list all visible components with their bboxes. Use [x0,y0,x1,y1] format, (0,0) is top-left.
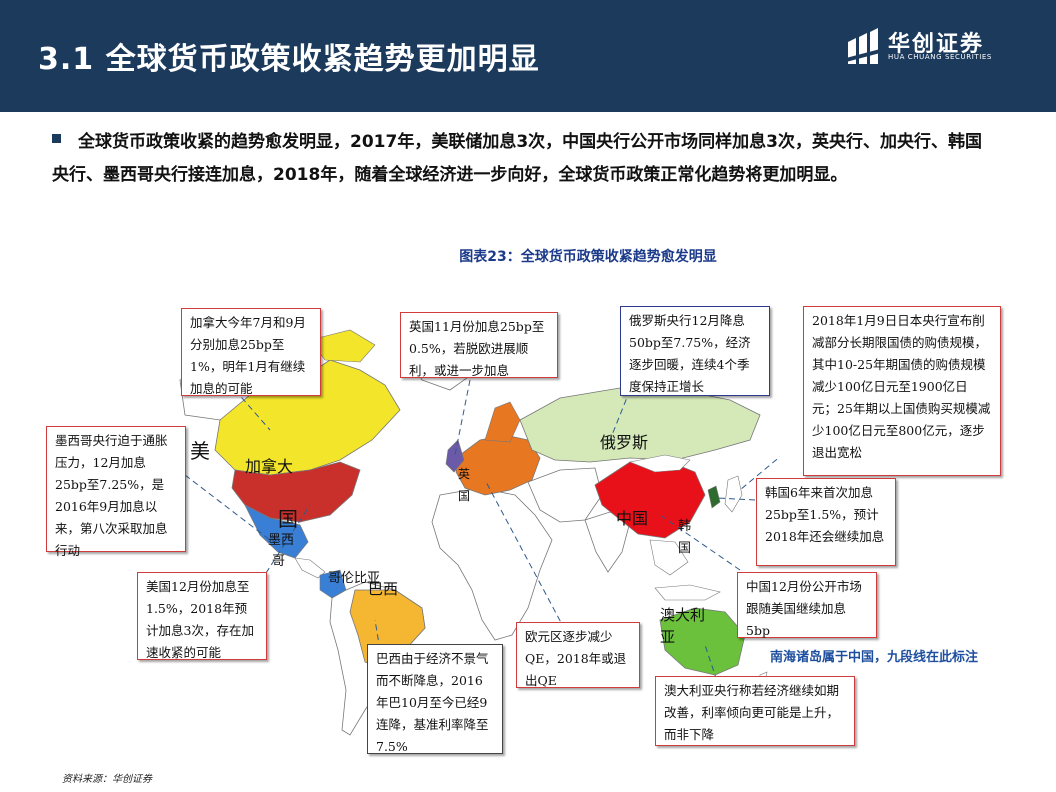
logo-mark-icon [846,28,884,64]
map-europe [455,434,541,496]
callout-russia: 俄罗斯央行12月降息50bp至7.75%，经济逐步回暖，连续4个季度保持正增长 [620,306,770,396]
callout-japan: 2018年1月9日日本央行宣布削减部分长期限国债的购债规模，其中10-25年期国… [803,306,1001,476]
callout-australia: 澳大利亚央行称若经济继续如期改善，利率倾向更可能是上升，而非下降 [655,676,855,746]
callout-euro: 欧元区逐步减少QE，2018年或退出QE [516,622,640,688]
map-japan [724,475,743,513]
map-label-usa-1: 美 [190,439,210,463]
callout-canada: 加拿大今年7月和9月分别加息25bp至1%，明年1月有继续加息的可能 [181,308,321,396]
callout-usa: 美国12月份加息至1.5%，2018年预计加息3次，存在加速收紧的可能 [137,572,267,660]
map-label-canada: 加拿大 [245,457,293,476]
map-label-korea-1: 韩 [678,519,691,534]
map-label-australia-2: 亚 [660,628,675,646]
callout-uk: 英国11月份加息25bp至0.5%，若脱欧进展顺利，或进一步加息 [400,312,558,378]
map-label-uk-2: 国 [458,489,470,503]
map-label-australia-1: 澳大利 [660,606,705,624]
map-label-mexico-1: 墨西 [268,533,294,548]
callout-brazil: 巴西由于经济不景气而不断降息，2016年巴10月至今已经9连降，基准利率降至7.… [367,644,503,754]
map-africa [431,487,553,641]
header-bar: 3.1 全球货币政策收紧趋势更加明显 华创证券 HUA CHUANG SECUR… [0,0,1056,112]
map-label-usa-2: 国 [278,507,298,531]
intro-paragraph: 全球货币政策收紧的趋势愈发明显，2017年，美联储加息3次，中国央行公开市场同样… [52,132,982,185]
map-scandinavia [484,401,521,443]
callout-china: 中国12月份公开市场跟随美国继续加息5bp [737,572,877,638]
map-middle-east [527,467,603,523]
map-label-mexico-2: 哥 [272,554,285,569]
callout-mexico: 墨西哥央行迫于通胀压力，12月加息25bp至7.25%，是2016年9月加息以来… [46,426,186,558]
map-label-korea-2: 国 [678,541,691,556]
south-china-sea-note: 南海诸岛属于中国，九段线在此标注 [770,650,979,665]
map-label-russia: 俄罗斯 [600,433,648,452]
page-title: 3.1 全球货币政策收紧趋势更加明显 [38,42,540,77]
map-label-brazil: 巴西 [368,580,398,598]
company-logo: 华创证券 HUA CHUANG SECURITIES [846,26,1006,70]
map-indonesia [654,584,721,601]
map-korea [707,485,721,509]
logo-text-en: HUA CHUANG SECURITIES [888,53,992,61]
leader-uk [454,379,471,456]
figure-title: 图表23：全球货币政策收紧趋势愈发明显 [459,249,717,265]
map-label-uk-1: 英 [458,467,470,481]
source-note: 资料来源：华创证券 [62,774,152,785]
callout-korea: 韩国6年来首次加息25bp至1.5%，预计2018年还会继续加息 [756,478,896,566]
map-label-china: 中国 [616,509,648,528]
